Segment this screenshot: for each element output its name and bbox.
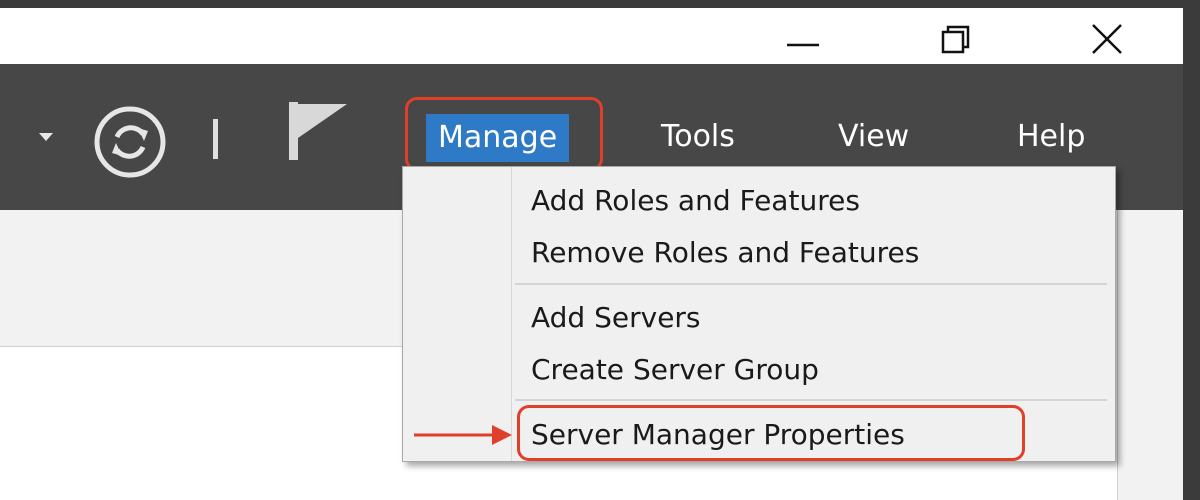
menu-item-create-server-group[interactable]: Create Server Group: [531, 350, 819, 390]
menu-separator: [515, 283, 1107, 285]
arrow-annotation-icon: [414, 425, 512, 445]
properties-highlight-annotation: [517, 405, 1025, 461]
restore-button[interactable]: [920, 16, 990, 62]
menu-item-add-roles-features[interactable]: Add Roles and Features: [531, 181, 860, 221]
refresh-icon[interactable]: [92, 104, 168, 180]
title-bar: [0, 8, 1183, 64]
manage-highlight-annotation: [405, 97, 603, 171]
right-content-strip: [1117, 210, 1183, 500]
menu-view[interactable]: View: [826, 112, 921, 162]
menu-separator: [515, 399, 1107, 401]
window-top-edge: [0, 0, 1200, 8]
dropdown-caret-icon[interactable]: [36, 130, 56, 144]
notifications-flag-icon[interactable]: [285, 100, 351, 162]
menu-item-remove-roles-features[interactable]: Remove Roles and Features: [531, 233, 919, 273]
menu-help[interactable]: Help: [1005, 112, 1097, 162]
menu-item-add-servers[interactable]: Add Servers: [531, 298, 701, 338]
minimize-icon: [787, 43, 819, 47]
content-panel-gray: [0, 210, 402, 347]
window-right-edge: [1183, 0, 1200, 500]
content-panel-white: [0, 348, 402, 500]
toolbar-separator: [213, 119, 218, 159]
restore-icon: [941, 25, 970, 54]
close-icon: [1092, 24, 1122, 54]
minimize-button[interactable]: [768, 16, 838, 62]
close-button[interactable]: [1072, 16, 1142, 62]
menu-tools[interactable]: Tools: [649, 112, 747, 162]
menu-icon-gutter: [511, 167, 512, 461]
